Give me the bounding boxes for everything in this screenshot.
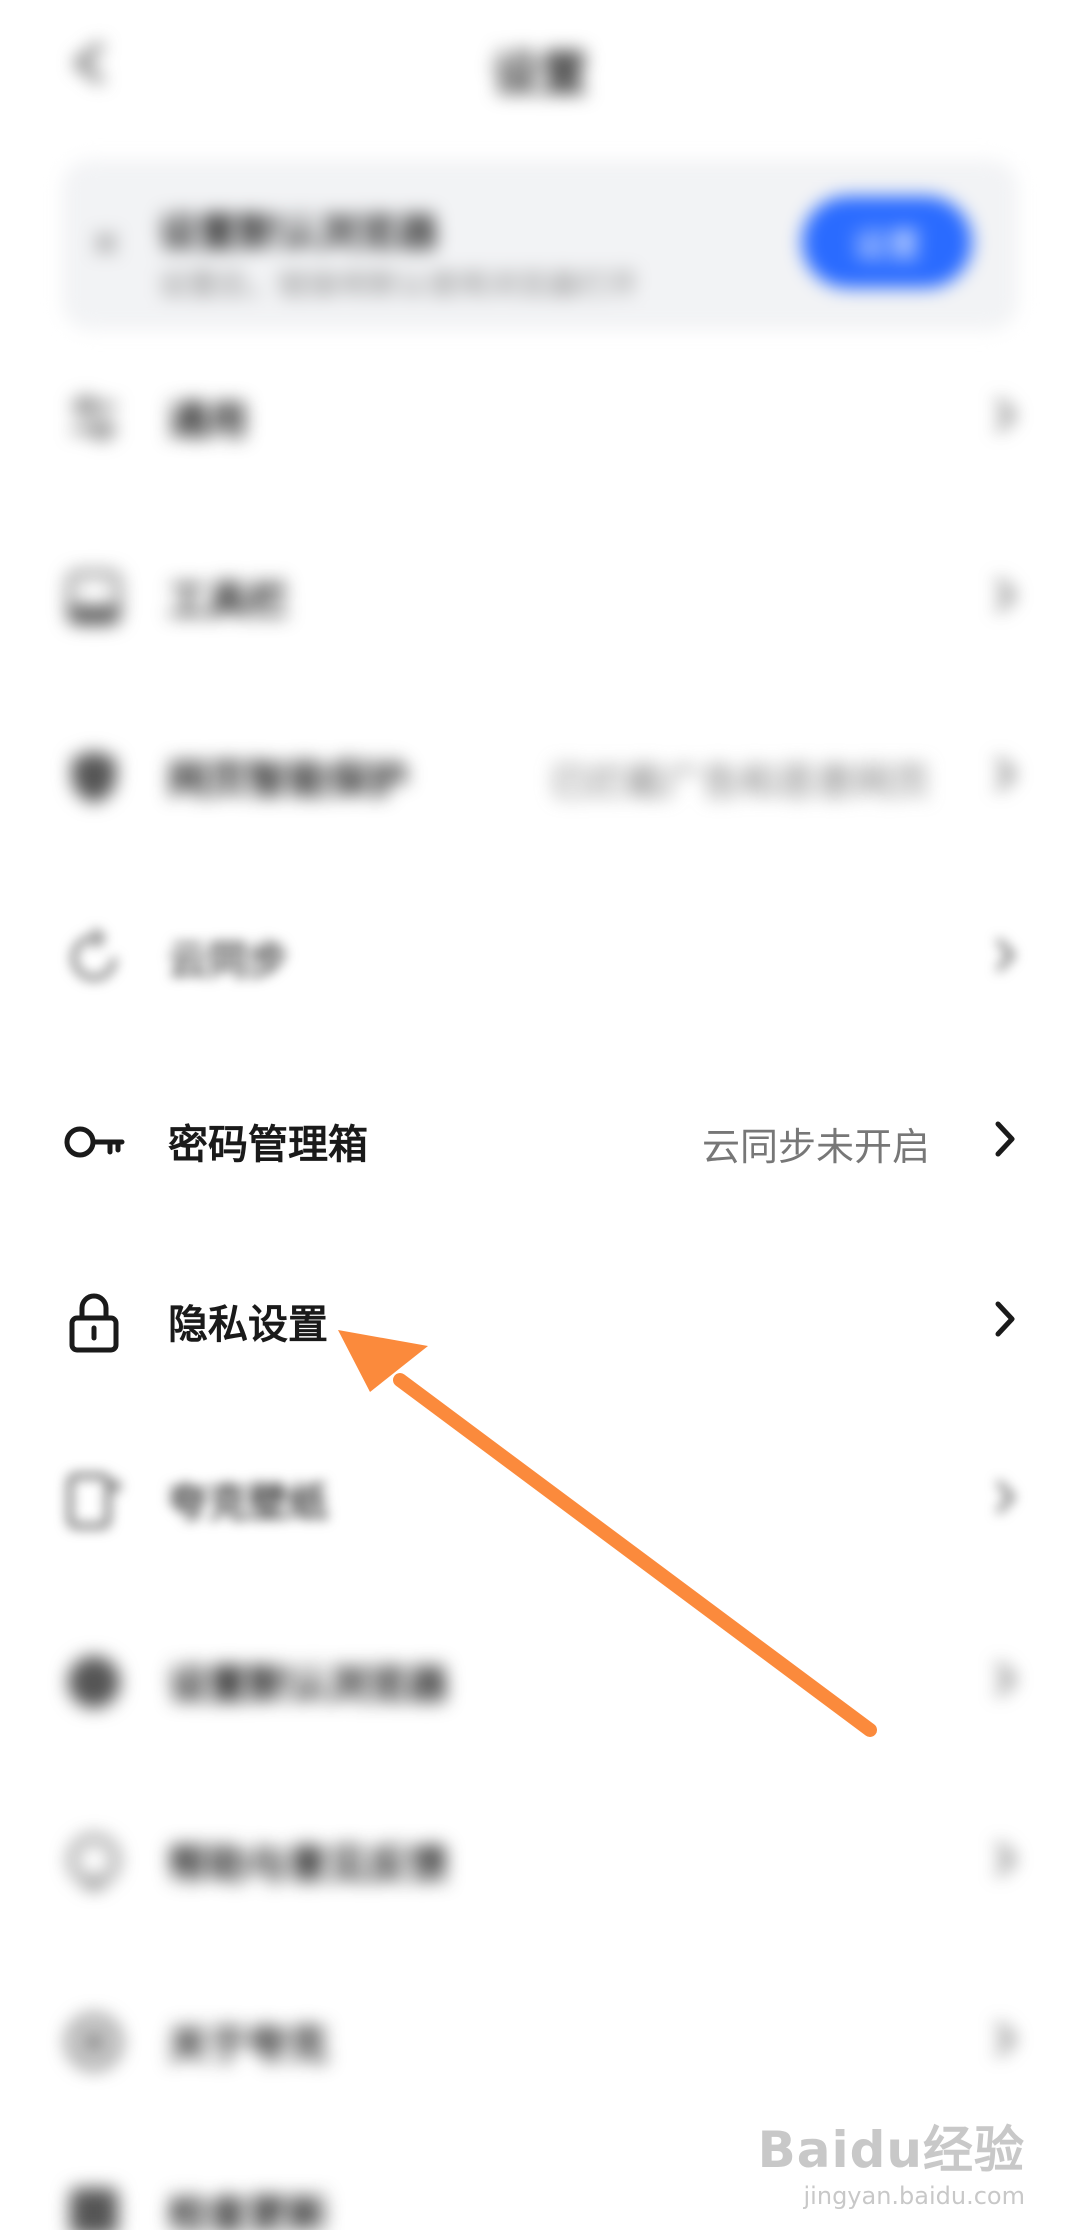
settings-row-toolbar[interactable]: 工具栏 (0, 536, 1080, 656)
row-label: 检查更新 (168, 2192, 328, 2230)
row-label: 关于夸克 (168, 2022, 328, 2068)
default-browser-banner: ✕ 设置默认浏览器 设置后，链接将默认使用浏览器打开 设置 (62, 160, 1018, 330)
chevron-right-icon (996, 1662, 1016, 1696)
chevron-right-icon (996, 578, 1016, 612)
settings-row-web-protection[interactable]: 网页智能保护 已拦截广告和恶意网页 (0, 715, 1080, 835)
cloud-sync-icon (71, 928, 117, 981)
help-icon (69, 1835, 119, 1888)
chevron-right-icon (996, 1480, 1016, 1514)
top-bar: 设置 (0, 0, 1080, 130)
settings-sliders-icon (72, 396, 116, 440)
settings-row-help[interactable]: 帮助与意见反馈 (0, 1800, 1080, 1920)
settings-row-wallpaper[interactable]: 夸克壁纸 (0, 1438, 1080, 1558)
page-title: 设置 (491, 46, 588, 102)
banner-title: 设置默认浏览器 (158, 210, 438, 256)
key-icon (64, 1126, 125, 1158)
watermark-main: Baidu经验 (757, 2121, 1025, 2179)
update-icon (70, 2188, 118, 2230)
row-label: 隐私设置 (168, 1302, 328, 1348)
chevron-right-icon (995, 1301, 1015, 1337)
wallpaper-icon (67, 1473, 124, 1529)
row-label: 工具栏 (168, 578, 288, 624)
toolbar-icon (67, 571, 121, 625)
settings-row-privacy[interactable]: 隐私设置 (0, 1260, 1080, 1380)
settings-row-about[interactable]: 关于夸克 (0, 1980, 1080, 2100)
row-label: 通用 (168, 398, 248, 444)
row-label: 网页智能保护 (168, 757, 408, 803)
chevron-right-icon (995, 1121, 1015, 1157)
row-label: 云同步 (168, 938, 288, 984)
chevron-right-icon (996, 1842, 1016, 1876)
settings-row-general[interactable]: 通用 (0, 356, 1080, 476)
row-value: 云同步未开启 (701, 1125, 930, 1169)
lock-icon (69, 1293, 119, 1353)
chevron-right-icon (996, 757, 1016, 791)
info-icon (67, 2015, 121, 2069)
banner-subtitle: 设置后，链接将默认使用浏览器打开 (158, 268, 638, 303)
baidu-watermark: Baidu经验 jingyan.baidu.com (758, 2110, 1025, 2210)
set-default-button[interactable]: 设置 (802, 196, 972, 288)
settings-screen: 设置 ✕ 设置默认浏览器 设置后，链接将默认使用浏览器打开 设置 通用 工具栏 … (0, 0, 1080, 2230)
row-label: 夸克壁纸 (168, 1480, 328, 1526)
settings-row-password-manager[interactable]: 密码管理箱 云同步未开启 (0, 1080, 1080, 1200)
settings-row-default-browser[interactable]: 设置默认浏览器 (0, 1620, 1080, 1740)
chevron-right-icon (996, 2022, 1016, 2056)
chevron-right-icon (996, 398, 1016, 432)
row-value: 已拦截广告和恶意网页 (549, 760, 930, 804)
row-label: 设置默认浏览器 (168, 1662, 448, 1708)
chevron-right-icon (996, 938, 1016, 972)
shield-icon (72, 751, 116, 803)
row-label: 密码管理箱 (168, 1122, 368, 1168)
settings-row-cloud-sync[interactable]: 云同步 (0, 896, 1080, 1016)
row-label: 帮助与意见反馈 (168, 1842, 448, 1888)
watermark-sub: jingyan.baidu.com (803, 2182, 1025, 2210)
browser-icon (68, 1656, 120, 1708)
close-icon[interactable]: ✕ (90, 222, 122, 266)
